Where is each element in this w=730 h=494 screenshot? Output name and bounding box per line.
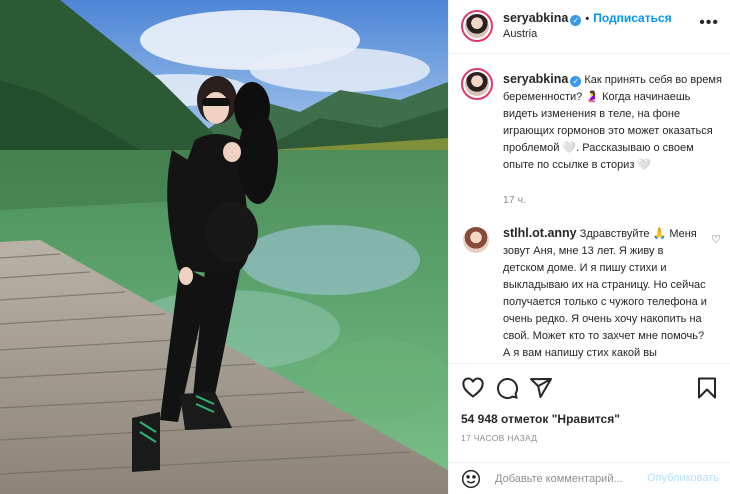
heart-icon[interactable] bbox=[461, 376, 485, 400]
photo-scene bbox=[0, 0, 448, 494]
author-username-row: seryabkina ✓ • Подписаться bbox=[503, 11, 672, 26]
caption-avatar[interactable] bbox=[461, 68, 493, 100]
caption-text: Как принять себя во время беременности? … bbox=[503, 74, 722, 171]
emoji-icon[interactable] bbox=[461, 469, 481, 489]
caption-username[interactable]: seryabkina bbox=[503, 72, 568, 86]
action-bar bbox=[449, 363, 730, 415]
post-location[interactable]: Austria bbox=[503, 28, 537, 40]
verified-icon: ✓ bbox=[570, 15, 582, 26]
bookmark-icon[interactable] bbox=[695, 376, 719, 400]
comment-item: stlhl.ot.anny Здравствуйте 🙏 Меня зовут … bbox=[461, 225, 723, 363]
comment-body: stlhl.ot.anny Здравствуйте 🙏 Меня зовут … bbox=[503, 225, 707, 362]
author-avatar[interactable] bbox=[461, 10, 493, 42]
comment-composer: Опубликовать bbox=[449, 462, 730, 494]
separator-dot: • bbox=[585, 13, 590, 25]
more-options-icon[interactable]: ••• bbox=[699, 14, 719, 32]
comment-avatar[interactable] bbox=[463, 227, 489, 253]
post-photo[interactable] bbox=[0, 0, 448, 494]
post-sidebar: seryabkina ✓ • Подписаться Austria ••• sery… bbox=[448, 0, 730, 494]
post-header: seryabkina ✓ • Подписаться Austria ••• bbox=[449, 0, 730, 54]
caption-body: seryabkina ✓ Как принять себя во время бе… bbox=[503, 71, 727, 174]
verified-icon: ✓ bbox=[570, 76, 582, 87]
share-icon[interactable] bbox=[529, 376, 553, 400]
author-username[interactable]: seryabkina bbox=[503, 11, 568, 25]
caption-time[interactable]: 17 ч. bbox=[503, 194, 526, 206]
post-time-ago[interactable]: 17 ЧАСОВ НАЗАД bbox=[461, 433, 537, 443]
comment-like-icon[interactable]: ♡ bbox=[711, 233, 721, 246]
comment-input[interactable] bbox=[495, 470, 635, 488]
publish-button[interactable]: Опубликовать bbox=[647, 472, 719, 484]
likes-count[interactable]: 54 948 отметок "Нравится" bbox=[461, 412, 620, 426]
follow-button[interactable]: Подписаться bbox=[593, 11, 671, 25]
comment-icon[interactable] bbox=[495, 376, 519, 400]
comment-username[interactable]: stlhl.ot.anny bbox=[503, 226, 577, 240]
comment-text: Здравствуйте 🙏 Меня зовут Аня, мне 13 ле… bbox=[503, 228, 707, 359]
